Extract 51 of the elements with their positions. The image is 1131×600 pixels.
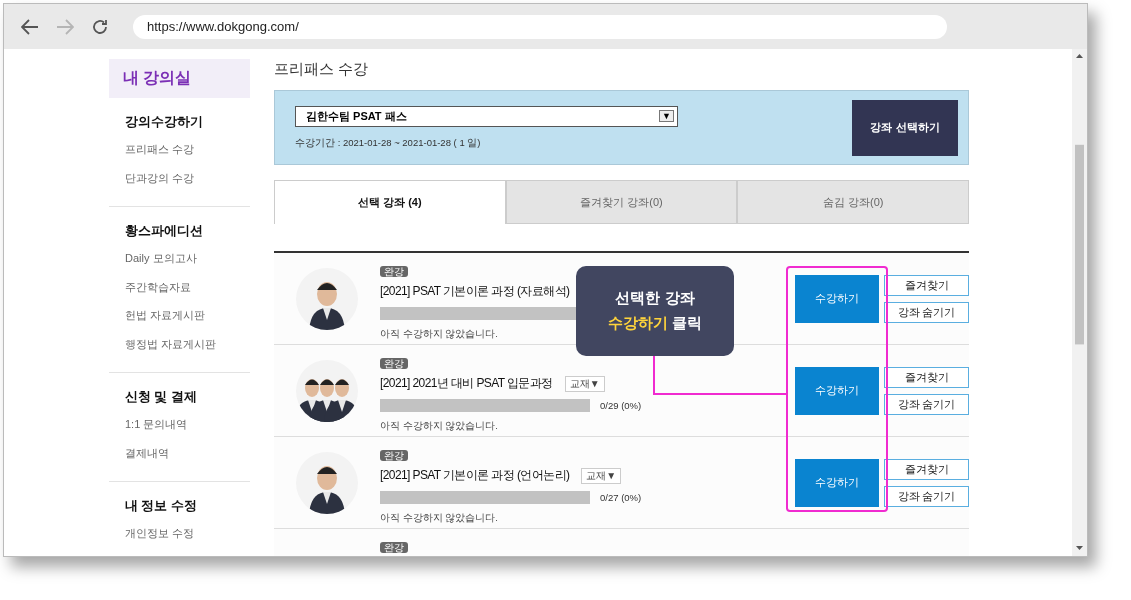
sidebar-link[interactable]: 행정법 자료게시판 <box>125 335 250 364</box>
status-note: 아직 수강하지 않았습니다. <box>380 512 499 525</box>
tab[interactable]: 숨김 강좌(0) <box>737 180 969 224</box>
hide-button[interactable]: 강좌 숨기기 <box>884 486 969 507</box>
period-text: 수강기간 : 2021-01-28 ~ 2021-01-28 ( 1 일) <box>295 136 482 150</box>
status-badge: 완강 <box>380 358 408 369</box>
sidebar-heading: 신청 및 결제 <box>125 389 198 406</box>
sidebar-title: 내 강의실 <box>109 59 250 98</box>
hide-button[interactable]: 강좌 숨기기 <box>884 394 969 415</box>
course-title[interactable]: [2021] PSAT 기본이론 과정 (자료해석) <box>380 283 570 300</box>
textbook-dropdown[interactable]: 교재▼ <box>581 467 622 484</box>
favorite-button[interactable]: 즐겨찾기 <box>884 275 969 296</box>
sidebar-link[interactable]: Daily 모의고사 <box>125 250 250 279</box>
reload-icon <box>90 17 109 36</box>
favorite-button[interactable]: 즐겨찾기 <box>884 367 969 388</box>
hide-button[interactable]: 강좌 숨기기 <box>884 302 969 323</box>
status-note: 아직 수강하지 않았습니다. <box>380 328 499 341</box>
sidebar-link[interactable]: 1:1 문의내역 <box>125 416 250 445</box>
watch-button[interactable]: 수강하기 <box>795 275 879 323</box>
status-badge: 완강 <box>380 450 408 461</box>
watch-button[interactable]: 수강하기 <box>795 459 879 507</box>
address-bar[interactable]: https://www.dokgong.com/ <box>133 14 947 39</box>
course-title[interactable]: [2021] 2021년 대비 PSAT 입문과정 <box>380 375 553 392</box>
sidebar-heading: 황스파에디션 <box>125 223 204 240</box>
watch-button[interactable]: 수강하기 <box>795 367 879 415</box>
status-note: 아직 수강하지 않았습니다. <box>380 420 499 433</box>
pass-select[interactable]: 김한수팀 PSAT 패스 ▼ <box>295 105 678 127</box>
progress-text: 0/27 (0%) <box>600 492 642 503</box>
sidebar-link[interactable]: 개인정보 수정 <box>125 525 250 554</box>
sidebar-link[interactable]: 단과강의 수강 <box>125 169 250 198</box>
back-arrow-icon <box>20 18 39 35</box>
page-title: 프리패스 수강 <box>274 60 370 79</box>
select-course-button[interactable]: 강좌 선택하기 <box>852 99 958 156</box>
status-badge: 완강 <box>380 266 408 277</box>
sidebar-link[interactable]: 주간학습자료 <box>125 278 250 307</box>
sidebar-heading: 강의수강하기 <box>125 114 204 131</box>
sidebar-heading: 내 정보 수정 <box>125 498 198 515</box>
tab[interactable]: 선택 강좌 (4) <box>274 180 506 224</box>
scrollbar[interactable] <box>1072 49 1087 556</box>
sidebar-link[interactable]: 헌법 자료게시판 <box>125 307 250 336</box>
forward-arrow-icon <box>55 18 74 35</box>
callout-text: 선택한 강좌 <box>615 289 695 308</box>
status-badge: 완강 <box>380 542 408 553</box>
textbook-dropdown[interactable]: 교재▼ <box>564 375 605 392</box>
sidebar-link[interactable]: 결제내역 <box>125 444 250 473</box>
progress-text: 0/29 (0%) <box>600 400 642 411</box>
callout-text: 수강하기 클릭 <box>607 314 703 333</box>
favorite-button[interactable]: 즐겨찾기 <box>884 459 969 480</box>
tab[interactable]: 즐겨찾기 강좌(0) <box>505 180 738 224</box>
course-title[interactable]: [2021] PSAT 기본이론 과정 (언어논리) <box>380 467 570 484</box>
sidebar-link[interactable]: 프리패스 수강 <box>125 141 250 170</box>
